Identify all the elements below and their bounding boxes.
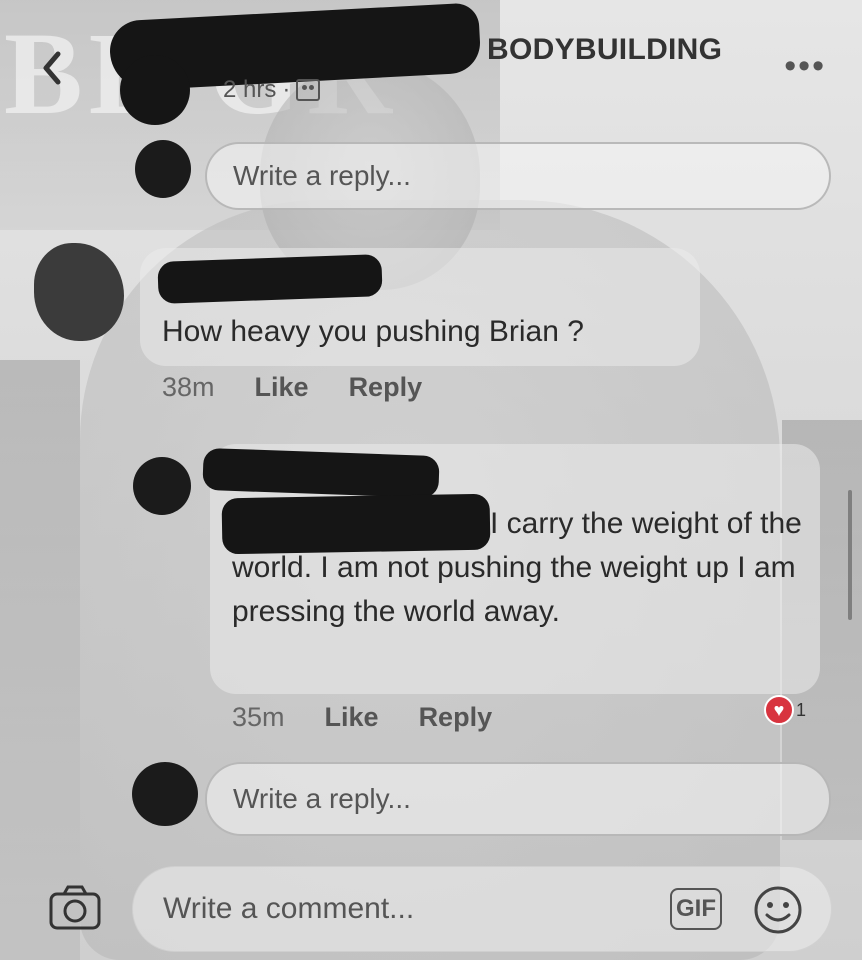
group-privacy-icon — [296, 79, 321, 101]
comment-actions: 38m Like Reply — [162, 372, 422, 403]
comment-input[interactable]: Write a comment... — [132, 866, 832, 952]
reply-input-placeholder: Write a reply... — [233, 783, 411, 814]
reaction-summary[interactable]: ♥ 1 — [764, 695, 806, 725]
comment-input-placeholder: Write a comment... — [163, 892, 415, 925]
reply-input-placeholder: Write a reply... — [233, 160, 411, 191]
group-name[interactable]: BODYBUILDING — [487, 33, 722, 67]
avatar — [132, 762, 198, 826]
like-button[interactable]: Like — [255, 372, 309, 403]
comment-text: I carry the weight of the world. I am no… — [232, 507, 802, 628]
smiley-icon[interactable] — [752, 884, 804, 941]
reply-input[interactable]: Write a reply... — [205, 762, 831, 836]
comment-time: 38m — [162, 372, 215, 402]
meta-separator: · — [282, 76, 291, 103]
comment-composer: Write a comment... GIF — [0, 860, 862, 960]
camera-icon[interactable] — [48, 884, 102, 937]
reaction-count: 1 — [796, 699, 807, 720]
avatar — [135, 140, 191, 198]
scrollbar[interactable] — [848, 490, 852, 620]
post-time[interactable]: 2 hrs — [223, 76, 276, 104]
chevron-left-icon[interactable] — [38, 48, 66, 88]
comment-text: How heavy you pushing Brian ? — [162, 315, 584, 348]
heart-icon: ♥ — [764, 695, 794, 725]
avatar[interactable] — [133, 457, 191, 515]
commenter-name-redaction — [157, 254, 383, 304]
post-header: BODYBUILDING 2 hrs · ••• — [0, 0, 862, 140]
reply-button[interactable]: Reply — [349, 372, 423, 403]
author-avatar-redaction — [120, 55, 190, 125]
gif-button[interactable]: GIF — [670, 888, 722, 930]
reply-input[interactable]: Write a reply... — [205, 142, 831, 210]
reply-button[interactable]: Reply — [419, 702, 493, 733]
commenter-name-redaction — [202, 447, 440, 499]
comment-actions: 35m Like Reply — [232, 702, 492, 733]
like-button[interactable]: Like — [325, 702, 379, 733]
more-horizontal-icon[interactable]: ••• — [784, 49, 826, 83]
post-meta: 2 hrs · — [223, 76, 321, 104]
comment-time: 35m — [232, 702, 285, 732]
